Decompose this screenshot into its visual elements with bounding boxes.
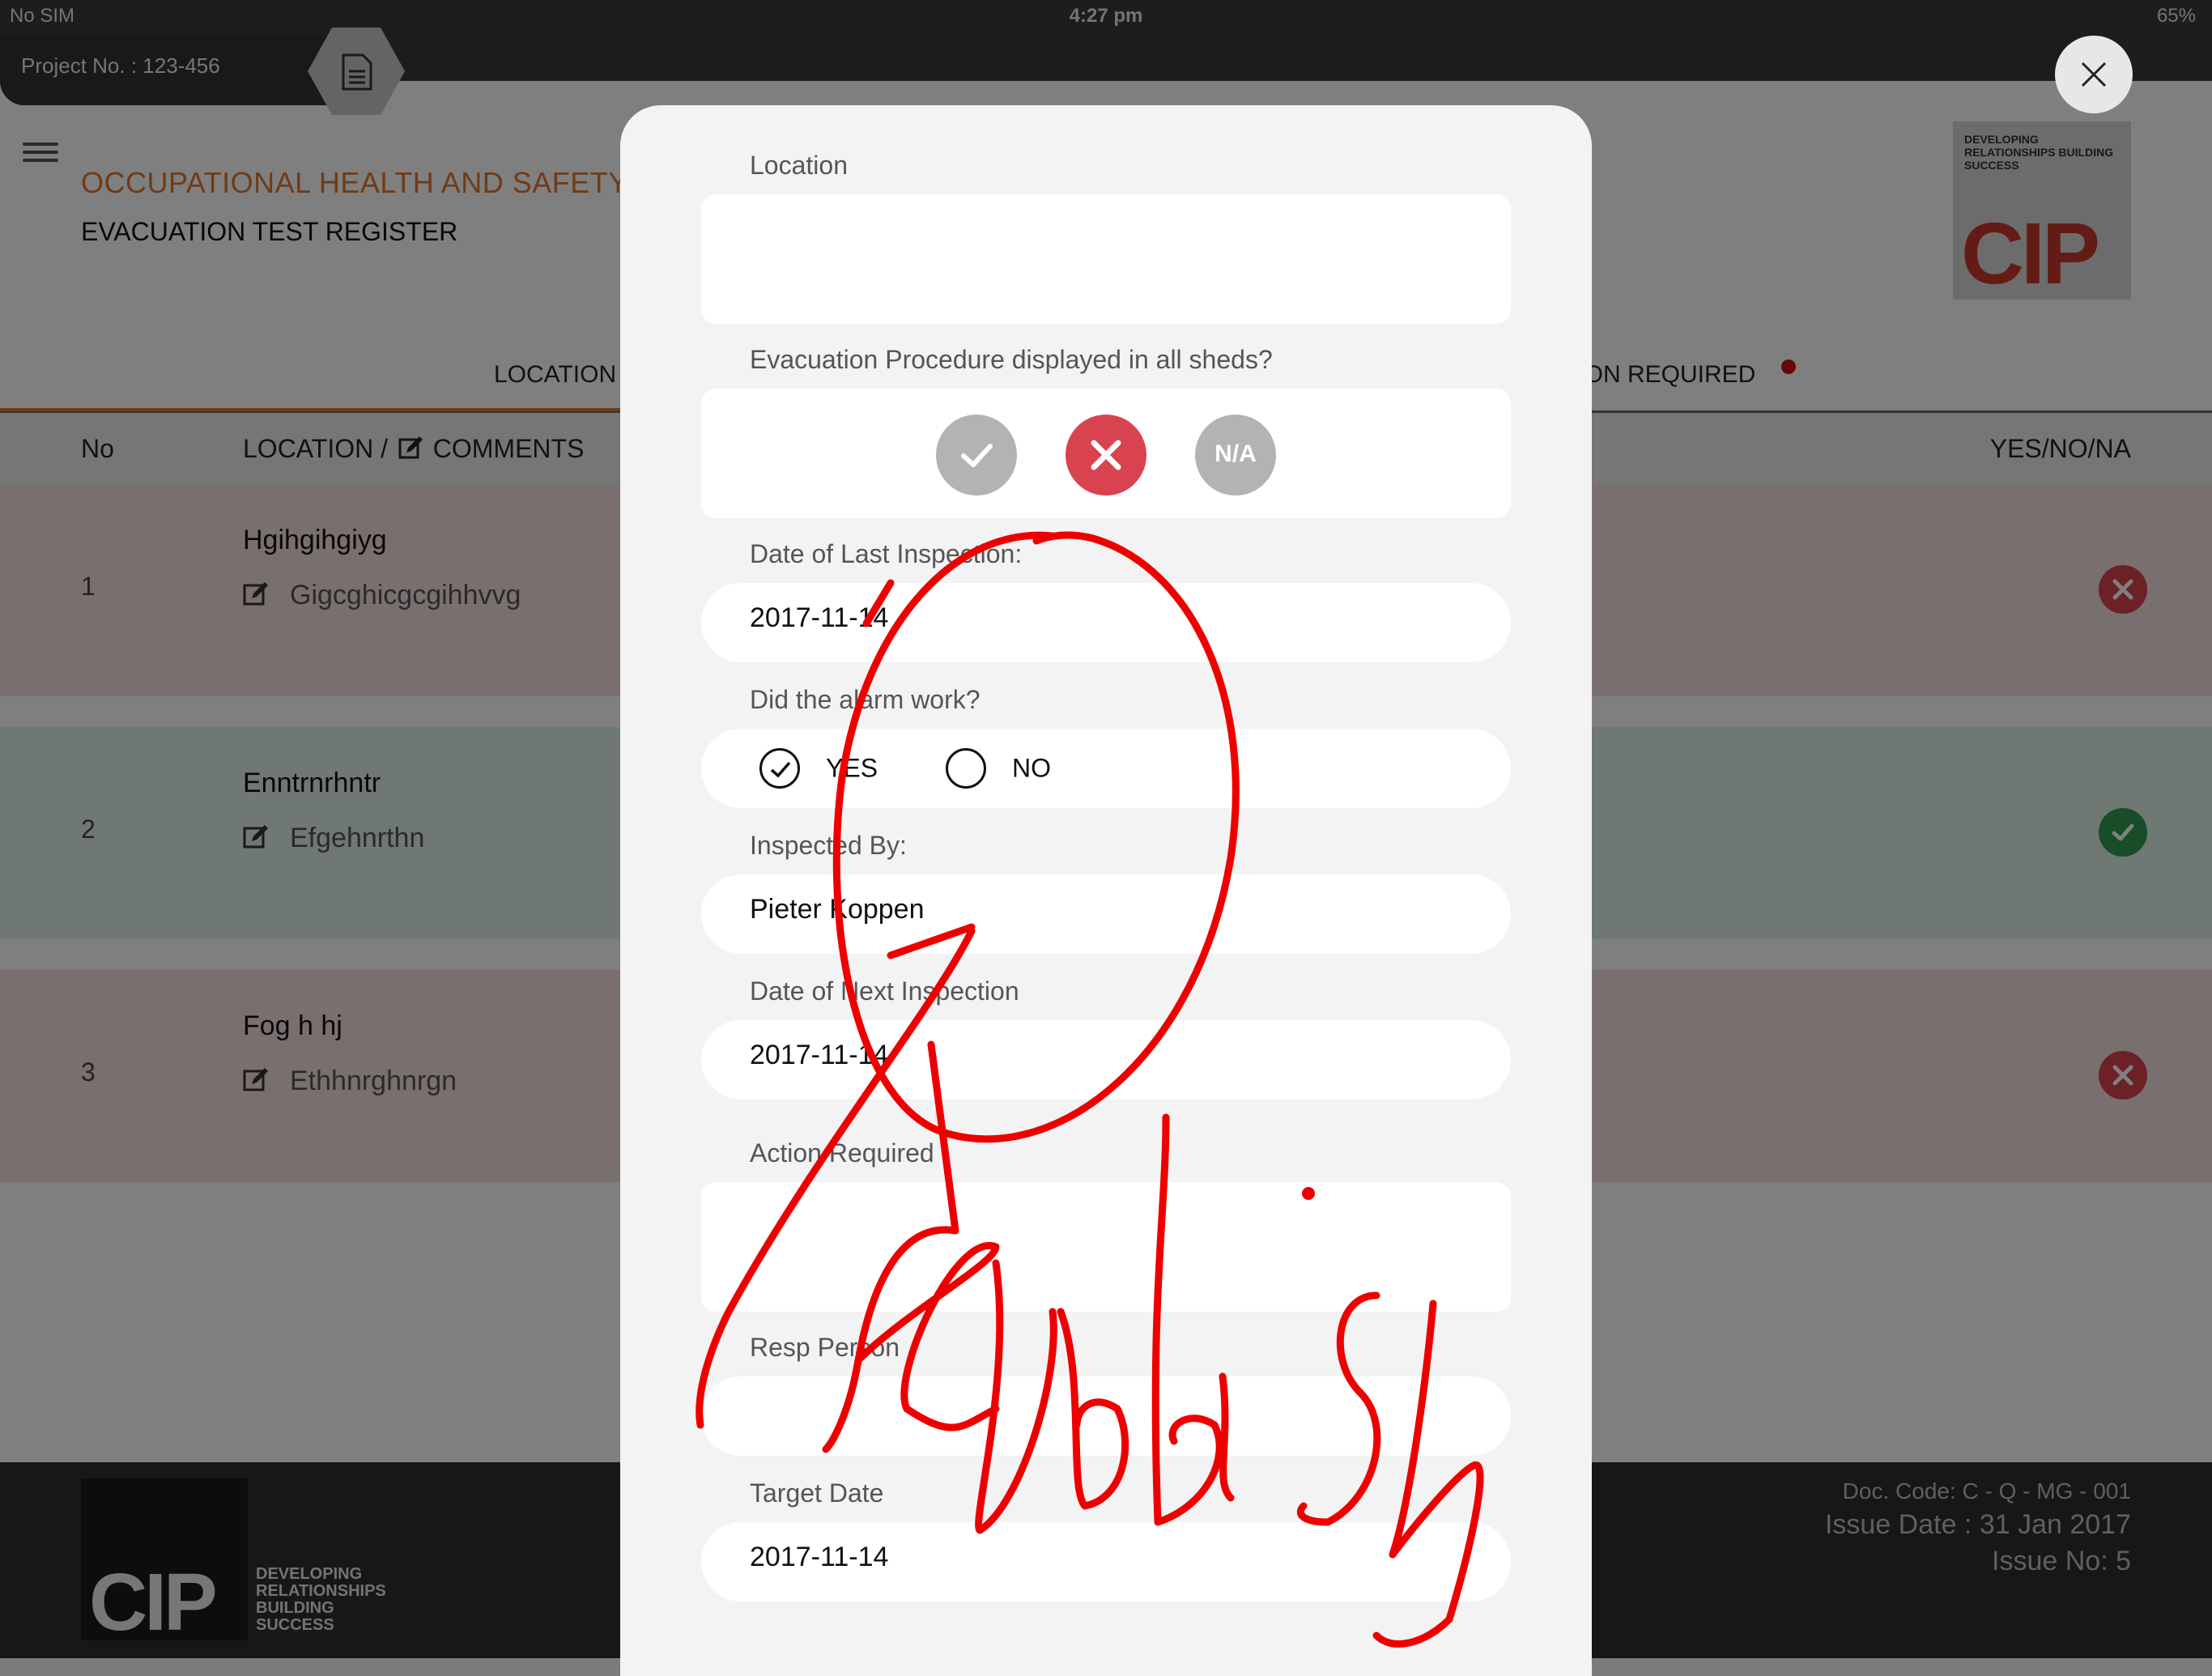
scribble-letter-r: [822, 1040, 1000, 1453]
scribble-letter-b2: [1151, 1113, 1223, 1526]
red-scribble-annotation: [696, 531, 1484, 1648]
scribble-letter-b1: [1057, 1308, 1129, 1510]
scribble-dot: [1302, 1187, 1315, 1200]
scribble-letter-h: [1372, 1300, 1484, 1648]
scribble-letter-s: [1296, 1291, 1381, 1526]
scribble-letter-i: [1219, 1372, 1235, 1502]
scribble-letter-u: [975, 1259, 1057, 1534]
scribble-slash: [862, 579, 895, 627]
scribble-long-stroke: [696, 927, 976, 1429]
